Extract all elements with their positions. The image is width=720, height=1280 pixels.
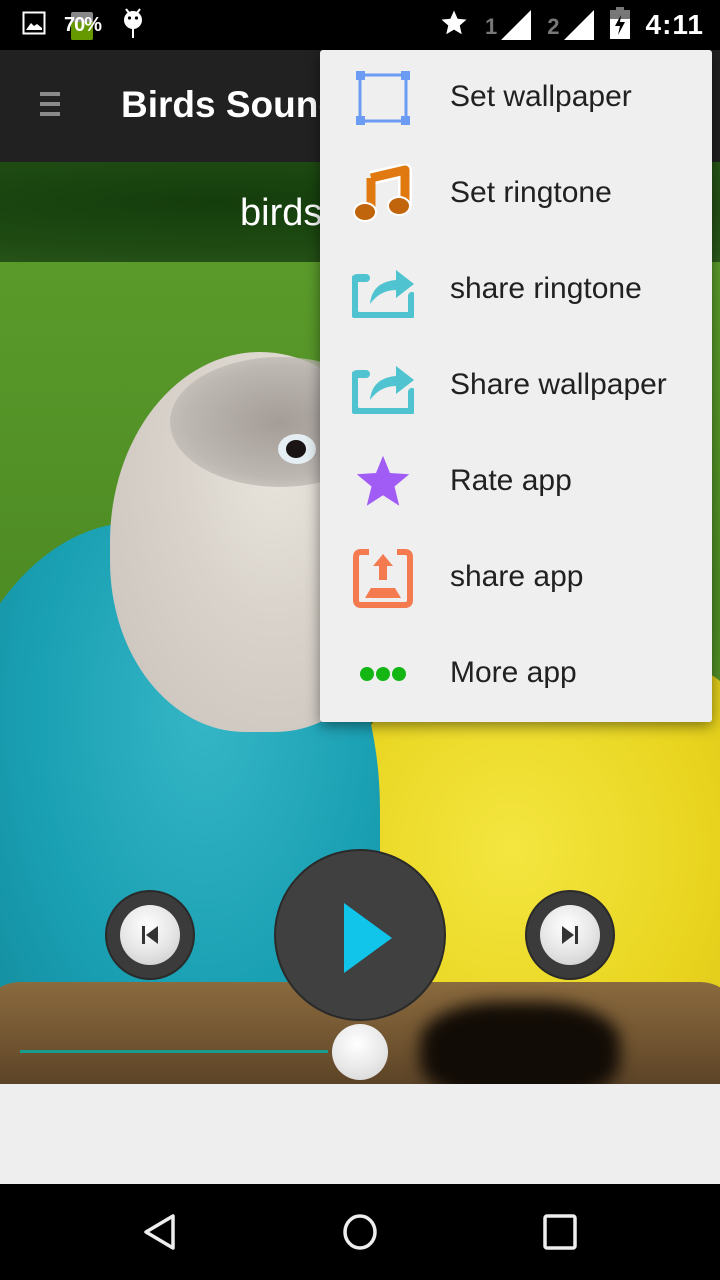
- play-icon: [344, 903, 392, 973]
- battery-percent-text: 70%: [64, 14, 102, 36]
- empty-area: [0, 1084, 720, 1184]
- more-dots-icon: [350, 644, 416, 704]
- overflow-menu: Set wallpaper Set ringtone share rington…: [320, 50, 712, 722]
- menu-item-label: Set ringtone: [450, 176, 612, 209]
- share-arrow-icon: [350, 356, 416, 416]
- skip-next-icon: [562, 926, 578, 944]
- menu-item-more-app[interactable]: More app: [320, 626, 712, 722]
- sim2-label: 2: [547, 14, 560, 39]
- star-icon: [350, 452, 416, 512]
- clock: 4:11: [645, 9, 704, 40]
- seek-thumb[interactable]: [332, 1024, 388, 1080]
- menu-item-label: Share wallpaper: [450, 368, 667, 401]
- sim1-label: 1: [485, 14, 498, 39]
- crop-frame-icon: [350, 68, 416, 128]
- share-arrow-icon: [350, 260, 416, 320]
- android-debug-icon: [120, 7, 146, 44]
- play-button[interactable]: [274, 849, 446, 1021]
- home-icon[interactable]: [340, 1212, 380, 1252]
- gallery-icon: [22, 11, 46, 40]
- battery-charging-icon: [609, 6, 630, 44]
- menu-item-share-wallpaper[interactable]: Share wallpaper: [320, 338, 712, 434]
- battery-70-icon: 70%: [64, 8, 102, 42]
- seek-progress: [20, 1050, 328, 1053]
- back-icon[interactable]: [140, 1212, 180, 1252]
- signal-sim1-icon: 1: [485, 10, 532, 40]
- menu-item-set-wallpaper[interactable]: Set wallpaper: [320, 50, 712, 146]
- star-icon: [439, 8, 469, 43]
- menu-item-set-ringtone[interactable]: Set ringtone: [320, 146, 712, 242]
- previous-button[interactable]: [105, 890, 195, 980]
- music-note-icon: [350, 164, 416, 224]
- seek-bar[interactable]: [20, 1024, 700, 1080]
- menu-item-share-ringtone[interactable]: share ringtone: [320, 242, 712, 338]
- menu-item-label: Set wallpaper: [450, 80, 632, 113]
- menu-item-label: share ringtone: [450, 272, 642, 305]
- status-bar: 70% 1 2 4:11: [0, 0, 720, 50]
- recents-icon[interactable]: [540, 1212, 580, 1252]
- menu-item-label: Rate app: [450, 464, 572, 497]
- navigation-bar: [0, 1184, 720, 1280]
- skip-previous-icon: [142, 926, 158, 944]
- next-button[interactable]: [525, 890, 615, 980]
- menu-item-share-app[interactable]: share app: [320, 530, 712, 626]
- menu-item-label: More app: [450, 656, 577, 689]
- upload-box-icon: [350, 548, 416, 608]
- signal-sim2-icon: 2: [547, 10, 594, 40]
- menu-item-label: share app: [450, 560, 584, 593]
- menu-item-rate-app[interactable]: Rate app: [320, 434, 712, 530]
- hamburger-icon[interactable]: [40, 92, 60, 122]
